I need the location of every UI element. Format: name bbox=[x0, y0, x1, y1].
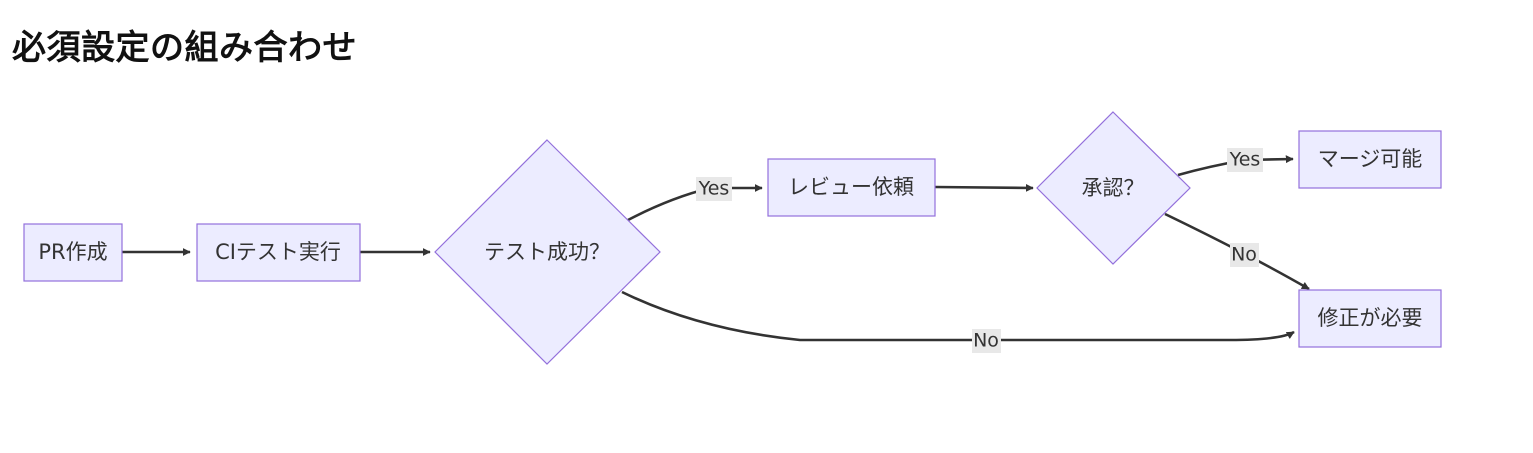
node-test-success-decision: テスト成功？ bbox=[434, 139, 661, 365]
node-pr-create: PR作成 bbox=[23, 223, 123, 282]
node-review-request-label: レビュー依頼 bbox=[788, 175, 914, 199]
edge-label-approve-yes-text: Yes bbox=[1229, 149, 1261, 171]
node-mergeable-label: マージ可能 bbox=[1318, 147, 1423, 171]
node-fix-required-label: 修正が必要 bbox=[1318, 306, 1423, 330]
edge-label-approve-no: No bbox=[1230, 243, 1259, 267]
edge-label-test-yes: Yes bbox=[696, 177, 732, 201]
node-ci-test: CIテスト実行 bbox=[196, 223, 361, 282]
node-test-success-label: テスト成功？ bbox=[484, 240, 610, 264]
node-approve-label: 承認？ bbox=[1082, 176, 1145, 200]
node-mergeable: マージ可能 bbox=[1298, 130, 1442, 189]
edge-review-to-approve bbox=[934, 183, 1034, 192]
edge-test-yes-to-review bbox=[627, 184, 763, 222]
node-pr-create-label: PR作成 bbox=[38, 240, 107, 264]
node-fix-required: 修正が必要 bbox=[1298, 289, 1442, 348]
edge-label-approve-yes: Yes bbox=[1227, 148, 1263, 172]
flowchart: PR作成 CIテスト実行 テスト成功？ レビュー依頼 承認？ マージ可能 修正が… bbox=[23, 111, 1442, 365]
edge-label-approve-no-text: No bbox=[1231, 244, 1257, 266]
node-review-request: レビュー依頼 bbox=[767, 158, 936, 217]
edge-label-test-no-text: No bbox=[973, 330, 999, 352]
node-ci-test-label: CIテスト実行 bbox=[215, 240, 341, 264]
edge-label-test-no: No bbox=[972, 329, 1001, 353]
edge-label-test-yes-text: Yes bbox=[698, 178, 730, 200]
edge-test-no-to-fix bbox=[621, 290, 1295, 342]
node-approve-decision: 承認？ bbox=[1036, 111, 1191, 265]
